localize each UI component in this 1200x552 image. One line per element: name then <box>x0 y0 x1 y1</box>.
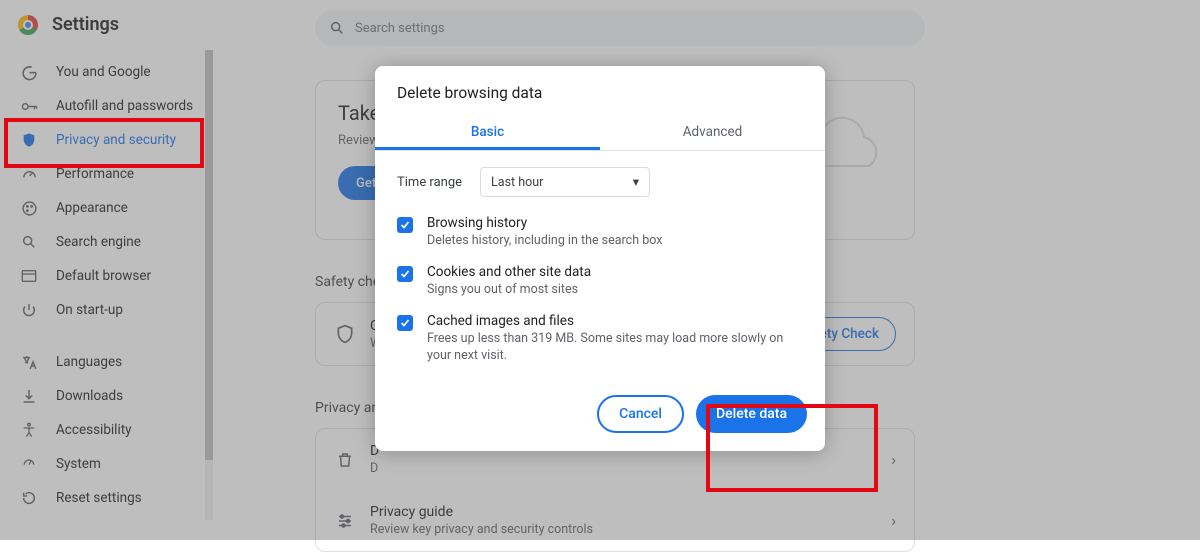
delete-data-button[interactable]: Delete data <box>696 395 807 433</box>
option-cache[interactable]: Cached images and files Frees up less th… <box>397 313 803 365</box>
checkbox-checked-icon[interactable] <box>397 217 413 233</box>
time-range-label: Time range <box>397 175 462 190</box>
option-title: Cookies and other site data <box>427 264 591 280</box>
option-title: Browsing history <box>427 215 662 231</box>
option-sub: Deletes history, including in the search… <box>427 233 662 250</box>
dialog-tabs: Basic Advanced <box>375 116 825 151</box>
option-browsing-history[interactable]: Browsing history Deletes history, includ… <box>397 215 803 250</box>
time-range-value: Last hour <box>491 175 543 190</box>
option-title: Cached images and files <box>427 313 803 329</box>
chevron-down-icon: ▾ <box>633 174 639 190</box>
option-sub: Signs you out of most sites <box>427 282 591 299</box>
checkbox-checked-icon[interactable] <box>397 266 413 282</box>
time-range-select[interactable]: Last hour ▾ <box>480 167 650 197</box>
option-sub: Frees up less than 319 MB. Some sites ma… <box>427 331 803 365</box>
checkbox-checked-icon[interactable] <box>397 315 413 331</box>
tab-basic[interactable]: Basic <box>375 116 600 150</box>
tab-advanced[interactable]: Advanced <box>600 116 825 150</box>
delete-browsing-data-dialog: Delete browsing data Basic Advanced Time… <box>375 66 825 451</box>
option-cookies[interactable]: Cookies and other site data Signs you ou… <box>397 264 803 299</box>
cancel-button[interactable]: Cancel <box>597 395 684 433</box>
dialog-title: Delete browsing data <box>375 66 825 116</box>
